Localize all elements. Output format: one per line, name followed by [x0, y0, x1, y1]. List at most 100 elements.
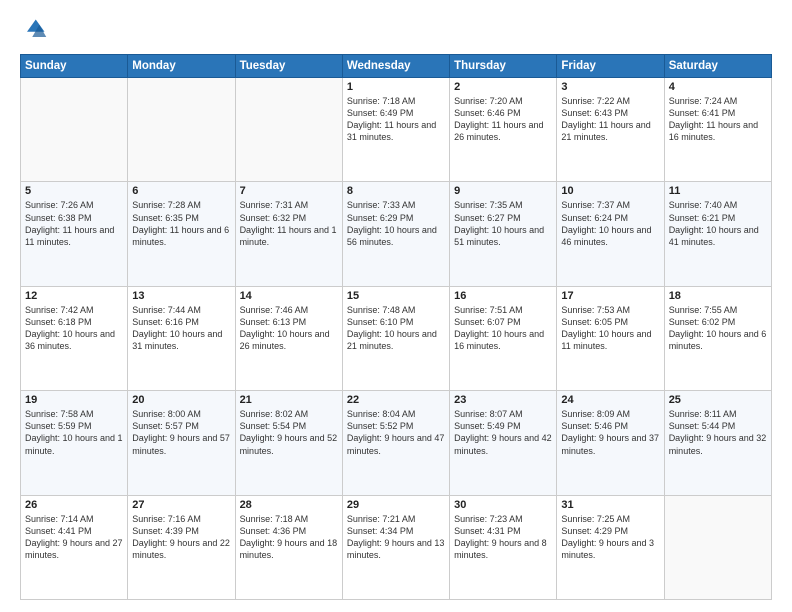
day-info: Sunrise: 7:16 AM Sunset: 4:39 PM Dayligh… — [132, 513, 230, 562]
day-info: Sunrise: 7:22 AM Sunset: 6:43 PM Dayligh… — [561, 95, 659, 144]
calendar-cell: 13Sunrise: 7:44 AM Sunset: 6:16 PM Dayli… — [128, 286, 235, 390]
calendar-cell: 16 Sunrise: 7:51 AM Sunset: 6:07 PM Dayli… — [450, 286, 557, 390]
day-number: 10 — [561, 185, 659, 197]
day-info: Sunrise: 7:23 AM Sunset: 4:31 PM Dayligh… — [454, 513, 552, 562]
day-number: 3 — [561, 81, 659, 93]
calendar-cell: 5 Sunrise: 7:26 AM Sunset: 6:38 PM Daylig… — [21, 182, 128, 286]
calendar-cell: 1 Sunrise: 7:18 AM Sunset: 6:49 PM Daylig… — [342, 78, 449, 182]
day-info: Sunrise: 7:33 AM Sunset: 6:29 PM Dayligh… — [347, 199, 445, 248]
day-info: Sunrise: 8:11 AM Sunset: 5:44 PM Dayligh… — [669, 408, 767, 457]
calendar-cell: 11 Sunrise: 7:40 AM Sunset: 6:21 PM Dayli… — [664, 182, 771, 286]
day-number: 22 — [347, 394, 445, 406]
day-number: 8 — [347, 185, 445, 197]
day-number: 16 — [454, 290, 552, 302]
calendar-cell: 17 Sunrise: 7:53 AM Sunset: 6:05 PM Dayli… — [557, 286, 664, 390]
calendar-week-3: 12 Sunrise: 7:42 AM Sunset: 6:18 PM Dayli… — [21, 286, 772, 390]
calendar-week-5: 26 Sunrise: 7:14 AM Sunset: 4:41 PM Dayli… — [21, 495, 772, 599]
day-info: Sunrise: 7:58 AM Sunset: 5:59 PM Dayligh… — [25, 408, 123, 457]
calendar-cell: 20 Sunrise: 8:00 AM Sunset: 5:57 PM Dayli… — [128, 391, 235, 495]
day-number: 29 — [347, 499, 445, 511]
calendar-cell: 30 Sunrise: 7:23 AM Sunset: 4:31 PM Dayli… — [450, 495, 557, 599]
calendar-week-4: 19Sunrise: 7:58 AM Sunset: 5:59 PM Dayli… — [21, 391, 772, 495]
day-info: Sunrise: 7:42 AM Sunset: 6:18 PM Dayligh… — [25, 304, 123, 353]
day-number: 1 — [347, 81, 445, 93]
day-info: Sunrise: 7:25 AM Sunset: 4:29 PM Dayligh… — [561, 513, 659, 562]
day-info: Sunrise: 7:44 AM Sunset: 6:16 PM Dayligh… — [132, 304, 230, 353]
day-info: Sunrise: 7:40 AM Sunset: 6:21 PM Dayligh… — [669, 199, 767, 248]
day-info: Sunrise: 7:46 AM Sunset: 6:13 PM Dayligh… — [240, 304, 338, 353]
day-info: Sunrise: 7:28 AM Sunset: 6:35 PM Dayligh… — [132, 199, 230, 248]
calendar-cell: 22 Sunrise: 8:04 AM Sunset: 5:52 PM Dayli… — [342, 391, 449, 495]
day-number: 9 — [454, 185, 552, 197]
calendar-week-2: 5 Sunrise: 7:26 AM Sunset: 6:38 PM Daylig… — [21, 182, 772, 286]
day-number: 4 — [669, 81, 767, 93]
day-number: 23 — [454, 394, 552, 406]
logo-icon — [20, 16, 48, 44]
day-number: 21 — [240, 394, 338, 406]
calendar-week-1: 1 Sunrise: 7:18 AM Sunset: 6:49 PM Daylig… — [21, 78, 772, 182]
day-number: 24 — [561, 394, 659, 406]
day-info: Sunrise: 7:18 AM Sunset: 6:49 PM Dayligh… — [347, 95, 445, 144]
calendar-cell: 2Sunrise: 7:20 AM Sunset: 6:46 PM Daylig… — [450, 78, 557, 182]
day-number: 25 — [669, 394, 767, 406]
day-number: 18 — [669, 290, 767, 302]
logo — [20, 16, 52, 44]
calendar-cell: 15Sunrise: 7:48 AM Sunset: 6:10 PM Dayli… — [342, 286, 449, 390]
day-number: 31 — [561, 499, 659, 511]
day-number: 11 — [669, 185, 767, 197]
day-info: Sunrise: 7:21 AM Sunset: 4:34 PM Dayligh… — [347, 513, 445, 562]
day-info: Sunrise: 8:07 AM Sunset: 5:49 PM Dayligh… — [454, 408, 552, 457]
calendar-cell: 24 Sunrise: 8:09 AM Sunset: 5:46 PM Dayli… — [557, 391, 664, 495]
day-info: Sunrise: 8:00 AM Sunset: 5:57 PM Dayligh… — [132, 408, 230, 457]
calendar-cell: 18Sunrise: 7:55 AM Sunset: 6:02 PM Dayli… — [664, 286, 771, 390]
day-number: 17 — [561, 290, 659, 302]
calendar-cell: 7 Sunrise: 7:31 AM Sunset: 6:32 PM Daylig… — [235, 182, 342, 286]
day-number: 6 — [132, 185, 230, 197]
day-info: Sunrise: 7:51 AM Sunset: 6:07 PM Dayligh… — [454, 304, 552, 353]
page: SundayMondayTuesdayWednesdayThursdayFrid… — [0, 0, 792, 612]
day-info: Sunrise: 7:35 AM Sunset: 6:27 PM Dayligh… — [454, 199, 552, 248]
day-number: 7 — [240, 185, 338, 197]
day-info: Sunrise: 7:37 AM Sunset: 6:24 PM Dayligh… — [561, 199, 659, 248]
weekday-header-sunday: Sunday — [21, 55, 128, 78]
calendar-table: SundayMondayTuesdayWednesdayThursdayFrid… — [20, 54, 772, 600]
day-info: Sunrise: 7:24 AM Sunset: 6:41 PM Dayligh… — [669, 95, 767, 144]
weekday-header-tuesday: Tuesday — [235, 55, 342, 78]
calendar-cell: 8 Sunrise: 7:33 AM Sunset: 6:29 PM Daylig… — [342, 182, 449, 286]
day-number: 20 — [132, 394, 230, 406]
weekday-header-wednesday: Wednesday — [342, 55, 449, 78]
day-info: Sunrise: 7:14 AM Sunset: 4:41 PM Dayligh… — [25, 513, 123, 562]
day-info: Sunrise: 7:20 AM Sunset: 6:46 PM Dayligh… — [454, 95, 552, 144]
day-number: 12 — [25, 290, 123, 302]
calendar-cell: 14 Sunrise: 7:46 AM Sunset: 6:13 PM Dayli… — [235, 286, 342, 390]
calendar-cell: 19Sunrise: 7:58 AM Sunset: 5:59 PM Dayli… — [21, 391, 128, 495]
calendar-cell: 21 Sunrise: 8:02 AM Sunset: 5:54 PM Dayli… — [235, 391, 342, 495]
calendar-cell: 10 Sunrise: 7:37 AM Sunset: 6:24 PM Dayli… — [557, 182, 664, 286]
calendar-cell — [21, 78, 128, 182]
calendar-cell: 3 Sunrise: 7:22 AM Sunset: 6:43 PM Daylig… — [557, 78, 664, 182]
day-number: 28 — [240, 499, 338, 511]
weekday-header-friday: Friday — [557, 55, 664, 78]
day-info: Sunrise: 7:48 AM Sunset: 6:10 PM Dayligh… — [347, 304, 445, 353]
calendar-cell — [235, 78, 342, 182]
day-info: Sunrise: 8:04 AM Sunset: 5:52 PM Dayligh… — [347, 408, 445, 457]
day-info: Sunrise: 7:53 AM Sunset: 6:05 PM Dayligh… — [561, 304, 659, 353]
day-info: Sunrise: 7:31 AM Sunset: 6:32 PM Dayligh… — [240, 199, 338, 248]
day-number: 14 — [240, 290, 338, 302]
calendar-cell: 29 Sunrise: 7:21 AM Sunset: 4:34 PM Dayli… — [342, 495, 449, 599]
day-number: 26 — [25, 499, 123, 511]
day-info: Sunrise: 7:18 AM Sunset: 4:36 PM Dayligh… — [240, 513, 338, 562]
weekday-header-row: SundayMondayTuesdayWednesdayThursdayFrid… — [21, 55, 772, 78]
calendar-cell: 27Sunrise: 7:16 AM Sunset: 4:39 PM Dayli… — [128, 495, 235, 599]
day-info: Sunrise: 7:26 AM Sunset: 6:38 PM Dayligh… — [25, 199, 123, 248]
calendar-cell: 4 Sunrise: 7:24 AM Sunset: 6:41 PM Daylig… — [664, 78, 771, 182]
day-number: 5 — [25, 185, 123, 197]
day-info: Sunrise: 8:02 AM Sunset: 5:54 PM Dayligh… — [240, 408, 338, 457]
calendar-cell: 28 Sunrise: 7:18 AM Sunset: 4:36 PM Dayli… — [235, 495, 342, 599]
day-info: Sunrise: 8:09 AM Sunset: 5:46 PM Dayligh… — [561, 408, 659, 457]
header — [20, 16, 772, 44]
weekday-header-saturday: Saturday — [664, 55, 771, 78]
calendar-cell: 31 Sunrise: 7:25 AM Sunset: 4:29 PM Dayli… — [557, 495, 664, 599]
day-number: 30 — [454, 499, 552, 511]
weekday-header-thursday: Thursday — [450, 55, 557, 78]
